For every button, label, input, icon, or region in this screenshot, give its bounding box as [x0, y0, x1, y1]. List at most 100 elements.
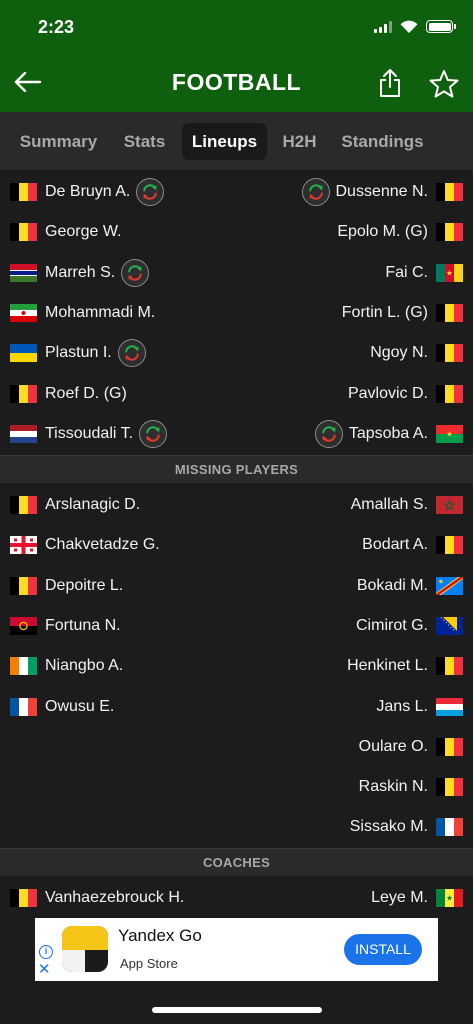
player-left[interactable]: Mohammadi M. [10, 293, 155, 333]
ivory-coast-flag-icon [10, 657, 37, 676]
table-row: Marreh S. Fai C. [0, 253, 473, 293]
iran-flag-icon [10, 303, 37, 322]
player-right[interactable]: Tapsoba A. [314, 414, 463, 454]
player-right[interactable]: Dussenne N. [301, 172, 463, 212]
player-name: Arslanagic D. [45, 496, 141, 513]
app-header: 2:23 FOOTBALL [0, 0, 473, 112]
player-left[interactable]: Arslanagic D. [10, 485, 140, 525]
angola-flag-icon [10, 616, 37, 635]
tab-lineups[interactable]: Lineups [182, 123, 267, 160]
belgium-flag-icon [436, 384, 463, 403]
belgium-flag-icon [10, 496, 37, 514]
table-row: Raskin N. [0, 767, 473, 807]
player-name: Cimirot G. [356, 616, 428, 634]
table-row: Arslanagic D. Amallah S. [0, 485, 473, 525]
status-icons [374, 20, 456, 33]
belgium-flag-icon [436, 183, 463, 201]
table-row: Depoitre L. Bokadi M. [0, 566, 473, 606]
player-left[interactable]: George W. [10, 212, 121, 252]
ad-banner[interactable]: i ✕ Yandex Go App Store INSTALL [35, 918, 438, 981]
favorite-button[interactable] [426, 66, 462, 102]
player-name: Amallah S. [350, 496, 428, 513]
ad-subtitle: App Store [120, 956, 178, 971]
ad-close-icon[interactable]: ✕ [38, 962, 51, 977]
coaches-header: COACHES [0, 848, 473, 876]
player-right[interactable]: Ngoy N. [370, 333, 463, 373]
player-left[interactable]: Niangbo A. [10, 646, 123, 686]
substitution-icon [139, 419, 168, 448]
player-left[interactable]: Plastun I. [10, 333, 146, 373]
player-right[interactable]: Fai C. [385, 253, 463, 293]
share-button[interactable] [375, 66, 405, 100]
belgium-flag-icon [436, 344, 463, 363]
player-right[interactable]: Bodart A. [362, 525, 463, 565]
player-left[interactable]: Tissoudali T. [10, 414, 168, 454]
player-name: Roef D. (G) [45, 384, 127, 402]
home-indicator [152, 1007, 322, 1013]
player-left[interactable]: Fortuna N. [10, 606, 121, 646]
table-row: De Bruyn A. Dussenne N. [0, 172, 473, 212]
cellular-signal-icon [374, 20, 392, 33]
tab-h2h[interactable]: H2H [273, 123, 326, 160]
ad-title: Yandex Go [118, 926, 202, 945]
belgium-flag-icon [436, 536, 463, 555]
belgium-flag-icon [436, 303, 463, 322]
cameroon-flag-icon [436, 263, 463, 282]
belgium-flag-icon [10, 183, 37, 201]
player-right[interactable]: Bokadi M. [357, 566, 463, 606]
table-row: Plastun I. Ngoy N. [0, 333, 473, 373]
player-left[interactable]: Marreh S. [10, 253, 150, 293]
missing-players-header: MISSING PLAYERS [0, 455, 473, 483]
ad-install-button[interactable]: INSTALL [344, 934, 422, 965]
table-row: Roef D. (G) Pavlovic D. [0, 374, 473, 414]
player-name: George W. [45, 223, 122, 241]
belgium-flag-icon [436, 737, 463, 756]
player-name: Chakvetadze G. [45, 536, 160, 554]
substitution-icon [314, 419, 343, 448]
table-row: Chakvetadze G. Bodart A. [0, 525, 473, 565]
ad-info-icon[interactable]: i [39, 945, 53, 959]
player-right[interactable]: Cimirot G. [356, 606, 463, 646]
table-row: George W. Epolo M. (G) [0, 212, 473, 252]
player-right[interactable]: Pavlovic D. [348, 374, 463, 414]
player-name: Bokadi M. [356, 576, 428, 594]
burkina-faso-flag-icon [436, 424, 463, 443]
tab-bar: Summary Stats Lineups H2H Standings [0, 112, 473, 170]
player-right[interactable]: Epolo M. (G) [337, 212, 463, 252]
player-name: Fortin L. (G) [341, 303, 428, 321]
player-right[interactable]: Oulare O. [359, 727, 463, 767]
netherlands-flag-icon [10, 424, 37, 443]
player-right[interactable]: Raskin N. [359, 767, 463, 807]
status-time: 2:23 [38, 17, 75, 37]
luxembourg-flag-icon [436, 697, 463, 716]
tab-standings[interactable]: Standings [332, 123, 433, 160]
player-right[interactable]: Jans L. [376, 687, 463, 727]
player-name: Mohammadi M. [45, 303, 156, 321]
player-right[interactable]: Sissako M. [350, 807, 463, 847]
player-name: Pavlovic D. [347, 384, 428, 402]
player-right[interactable]: Henkinet L. [347, 646, 463, 686]
player-name: Owusu E. [45, 697, 115, 715]
yandex-go-logo [62, 926, 108, 972]
belgium-flag-icon [10, 576, 37, 595]
georgia-flag-icon [10, 536, 37, 555]
tab-stats[interactable]: Stats [113, 123, 176, 160]
player-left[interactable]: De Bruyn A. [10, 172, 165, 212]
player-right[interactable]: Amallah S. [351, 485, 463, 525]
player-right[interactable]: Leye M. [371, 878, 463, 918]
tab-summary[interactable]: Summary [10, 123, 107, 160]
player-name: Tapsoba A. [348, 424, 428, 442]
player-left[interactable]: Chakvetadze G. [10, 525, 160, 565]
player-name: Fai C. [385, 263, 428, 281]
player-name: Bodart A. [362, 536, 428, 554]
player-right[interactable]: Fortin L. (G) [342, 293, 463, 333]
substitution-icon [301, 178, 330, 206]
substitution-icon [117, 339, 146, 368]
player-name: Marreh S. [45, 263, 116, 281]
player-left[interactable]: Roef D. (G) [10, 374, 127, 414]
player-name: Depoitre L. [45, 576, 124, 594]
table-row: Sissako M. [0, 807, 473, 847]
player-left[interactable]: Depoitre L. [10, 566, 123, 606]
player-left[interactable]: Owusu E. [10, 687, 114, 727]
player-left[interactable]: Vanhaezebrouck H. [10, 878, 184, 918]
